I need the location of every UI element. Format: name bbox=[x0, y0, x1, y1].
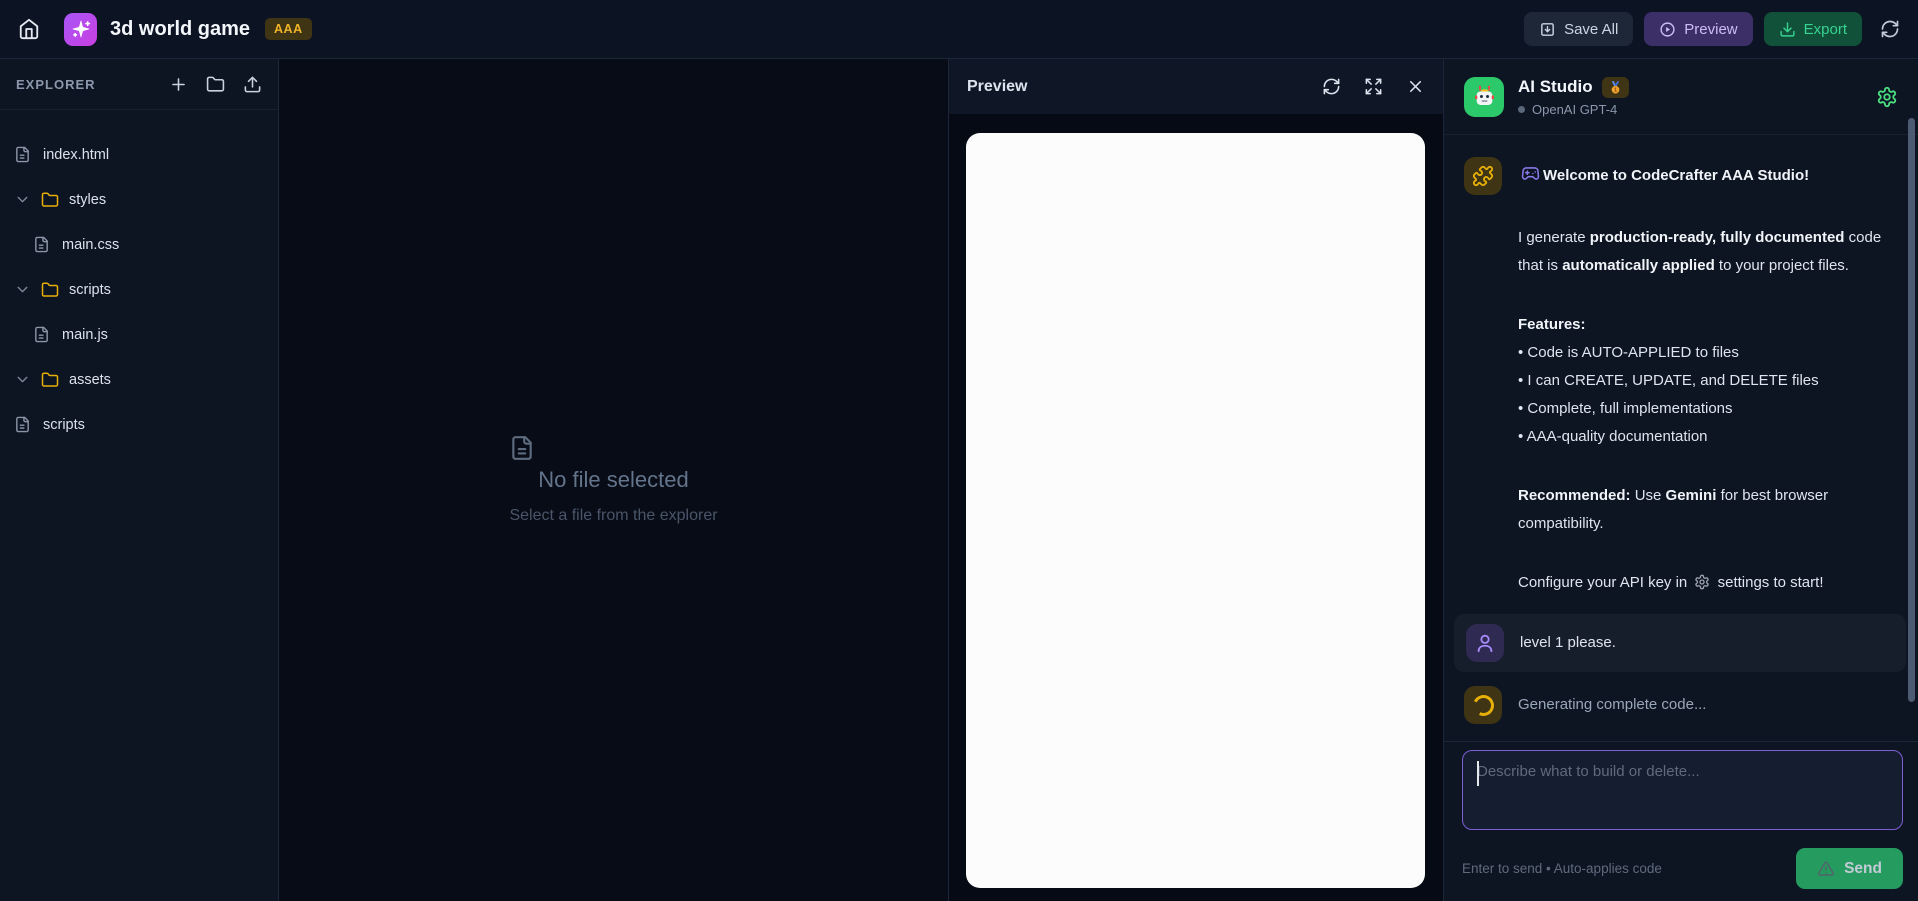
folder-icon bbox=[41, 191, 59, 209]
chat-model-label: OpenAI GPT-4 bbox=[1532, 101, 1618, 117]
chat-message: level 1 please. bbox=[1454, 614, 1906, 672]
status-dot bbox=[1518, 105, 1525, 113]
topbar-actions: Save All Preview Export bbox=[1524, 12, 1900, 46]
gamepad-icon bbox=[1521, 164, 1540, 193]
warning-triangle-icon bbox=[1817, 860, 1835, 878]
tree-row[interactable]: assets bbox=[0, 357, 278, 402]
file-icon bbox=[33, 326, 50, 343]
tree-row[interactable]: scripts bbox=[0, 267, 278, 312]
upload-icon[interactable] bbox=[243, 75, 262, 94]
file-icon bbox=[509, 435, 535, 461]
refresh-icon[interactable] bbox=[1880, 19, 1900, 39]
chevron-down-icon bbox=[14, 191, 31, 208]
chat-messages: Welcome to CodeCrafter AAA Studio! I gene… bbox=[1444, 135, 1918, 741]
medal-icon: 1 bbox=[1601, 76, 1629, 98]
tree-row[interactable]: main.js bbox=[0, 312, 278, 357]
message-body: Generating complete code... bbox=[1518, 696, 1707, 713]
chat-input[interactable] bbox=[1462, 750, 1903, 830]
new-folder-icon[interactable] bbox=[206, 75, 225, 94]
file-icon bbox=[33, 236, 50, 253]
tree-item-label: scripts bbox=[69, 281, 111, 298]
tree-row[interactable]: scripts bbox=[0, 402, 278, 447]
chat-scrollbar-thumb[interactable] bbox=[1908, 118, 1915, 702]
preview-frame bbox=[966, 133, 1425, 888]
tier-badge: AAA bbox=[265, 18, 312, 40]
spinner-icon bbox=[1464, 686, 1502, 724]
topbar: 3d world game AAA Save All Preview Expor… bbox=[0, 0, 1918, 59]
empty-state-subtitle: Select a file from the explorer bbox=[509, 507, 718, 524]
chat-title: AI Studio bbox=[1518, 77, 1593, 96]
settings-gear-icon[interactable] bbox=[1876, 86, 1898, 108]
tree-item-label: styles bbox=[69, 191, 107, 208]
maximize-icon[interactable] bbox=[1364, 77, 1383, 96]
empty-state-title: No file selected bbox=[538, 467, 689, 492]
preview-button[interactable]: Preview bbox=[1644, 12, 1753, 46]
ai-chat-panel: AI Studio 1 OpenAI GPT-4 Welcome to Code… bbox=[1443, 59, 1918, 901]
app-logo-sparkles-icon bbox=[64, 12, 97, 46]
chat-message: Welcome to CodeCrafter AAA Studio! I gene… bbox=[1464, 157, 1898, 600]
refresh-preview-icon[interactable] bbox=[1322, 77, 1341, 96]
file-icon bbox=[14, 146, 31, 163]
new-file-icon[interactable] bbox=[169, 75, 188, 94]
preview-panel: Preview bbox=[948, 59, 1443, 901]
chat-input-area: Enter to send • Auto-applies code Send bbox=[1444, 741, 1918, 901]
save-all-button[interactable]: Save All bbox=[1524, 12, 1634, 46]
project-title: 3d world game bbox=[110, 17, 251, 40]
chat-header: AI Studio 1 OpenAI GPT-4 bbox=[1444, 59, 1918, 135]
explorer-header: EXPLORER bbox=[0, 59, 278, 110]
export-button[interactable]: Export bbox=[1763, 12, 1862, 46]
folder-icon bbox=[41, 371, 59, 389]
message-body: level 1 please. bbox=[1520, 634, 1616, 651]
preview-body bbox=[949, 115, 1443, 901]
play-circle-icon bbox=[1659, 21, 1676, 38]
preview-panel-title: Preview bbox=[967, 77, 1028, 95]
send-button[interactable]: Send bbox=[1796, 848, 1903, 889]
user-icon bbox=[1466, 624, 1504, 662]
message-body: Welcome to CodeCrafter AAA Studio! I gene… bbox=[1518, 157, 1898, 600]
folder-icon bbox=[41, 281, 59, 299]
preview-header: Preview bbox=[949, 59, 1443, 115]
file-icon bbox=[14, 416, 31, 433]
file-tree: index.html styles main.css scripts main. bbox=[0, 110, 278, 447]
tree-item-label: assets bbox=[69, 371, 111, 388]
tree-row[interactable]: styles bbox=[0, 177, 278, 222]
tree-item-label: index.html bbox=[43, 146, 110, 163]
tree-row[interactable]: index.html bbox=[0, 132, 278, 177]
puzzle-icon bbox=[1464, 157, 1502, 195]
download-icon bbox=[1779, 21, 1796, 38]
chevron-down-icon bbox=[14, 281, 31, 298]
explorer-title: EXPLORER bbox=[16, 76, 96, 92]
editor-area: No file selected Select a file from the … bbox=[279, 59, 948, 901]
close-icon[interactable] bbox=[1406, 77, 1425, 96]
home-icon[interactable] bbox=[18, 18, 40, 40]
explorer-sidebar: EXPLORER index.html styles main.css scri… bbox=[0, 59, 279, 901]
chat-message: Generating complete code... bbox=[1464, 686, 1898, 724]
save-icon bbox=[1539, 21, 1556, 38]
input-hint: Enter to send • Auto-applies code bbox=[1462, 861, 1662, 876]
svg-text:1: 1 bbox=[1614, 87, 1617, 93]
chevron-down-icon bbox=[14, 371, 31, 388]
tree-row[interactable]: main.css bbox=[0, 222, 278, 267]
tree-item-label: main.js bbox=[62, 326, 108, 343]
robot-avatar-icon bbox=[1464, 76, 1504, 117]
gear-icon bbox=[1694, 572, 1710, 600]
empty-state: No file selected Select a file from the … bbox=[509, 435, 718, 525]
text-cursor bbox=[1477, 761, 1479, 786]
tree-item-label: main.css bbox=[62, 236, 120, 253]
tree-item-label: scripts bbox=[43, 416, 85, 433]
